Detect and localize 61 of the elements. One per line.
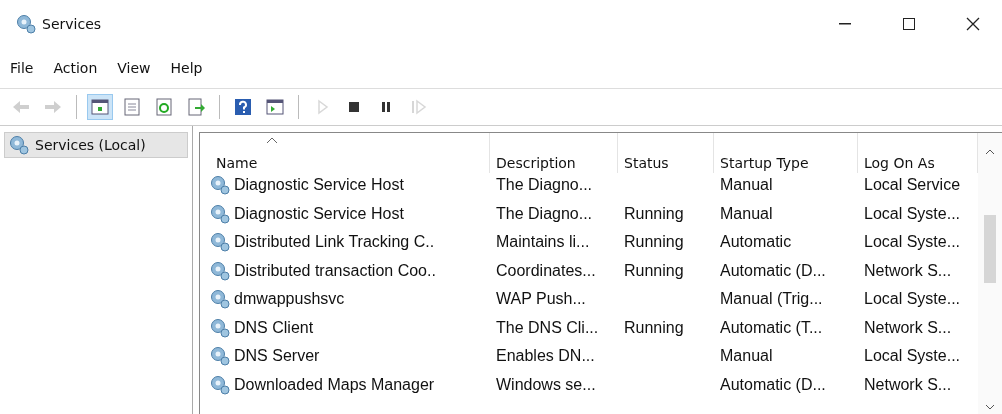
table-cell-text: Local Service bbox=[863, 175, 962, 196]
table-cell-text: Network S... bbox=[863, 374, 953, 395]
scrollbar[interactable] bbox=[978, 133, 1002, 414]
table-cell-text: Windows se... bbox=[495, 374, 597, 395]
scroll-up-icon[interactable] bbox=[985, 149, 995, 155]
table-cell-text: Manual bbox=[719, 203, 774, 224]
service-name[interactable]: DNS Server bbox=[234, 347, 320, 366]
service-name[interactable]: Distributed Link Tracking C.. bbox=[234, 233, 435, 252]
table-cell-text: Automatic (D... bbox=[719, 260, 827, 281]
gear-icon bbox=[16, 14, 36, 34]
service-name[interactable]: Diagnostic Service Host bbox=[234, 204, 404, 223]
gear-icon bbox=[210, 232, 230, 253]
table-cell-text: Manual (Trig... bbox=[719, 289, 824, 310]
table-cell-text: Enables DN... bbox=[495, 346, 596, 367]
table-cell-text: WAP Push... bbox=[495, 289, 587, 310]
table-cell-text: Maintains li... bbox=[495, 232, 591, 253]
table-cell-text: Automatic (T... bbox=[719, 317, 824, 338]
table-cell-text: Local Syste... bbox=[863, 289, 962, 310]
service-name[interactable]: Diagnostic Service Host bbox=[234, 176, 404, 195]
column-header[interactable]: Startup Type bbox=[714, 133, 858, 173]
console-tree-icon[interactable] bbox=[87, 94, 113, 120]
table-cell-text: Local Syste... bbox=[863, 232, 962, 253]
table-cell-text: Local Syste... bbox=[863, 203, 962, 224]
menu-item[interactable]: Action bbox=[53, 60, 98, 76]
table-cell-text: Network S... bbox=[863, 317, 953, 338]
service-name[interactable]: dmwappushsvc bbox=[234, 290, 345, 309]
table-cell-text: The DNS Cli... bbox=[495, 317, 600, 338]
table-cell-text: Automatic (D... bbox=[719, 374, 827, 395]
gear-icon bbox=[210, 317, 230, 338]
table-cell-text: Local Syste... bbox=[863, 346, 962, 367]
table-cell-text: Automatic bbox=[719, 232, 793, 253]
service-name[interactable]: DNS Client bbox=[234, 318, 314, 337]
column-header[interactable]: Name bbox=[210, 133, 490, 173]
table-cell-text: Manual bbox=[719, 175, 774, 196]
table-cell-text: Coordinates... bbox=[495, 260, 597, 281]
menu-item[interactable]: Help bbox=[170, 60, 203, 76]
table-cell-text: Manual bbox=[719, 346, 774, 367]
tree-item[interactable]: Services (Local) bbox=[4, 132, 188, 158]
table-cell-text: Network S... bbox=[863, 260, 953, 281]
menu-item[interactable]: File bbox=[10, 60, 34, 76]
table-cell-text: The Diagno... bbox=[495, 175, 594, 196]
service-name[interactable]: Downloaded Maps Manager bbox=[234, 375, 435, 394]
scroll-thumb[interactable] bbox=[984, 215, 996, 283]
window-title: Services bbox=[42, 16, 103, 32]
table-cell-text: Running bbox=[623, 260, 685, 281]
scroll-down-icon[interactable] bbox=[985, 404, 995, 410]
column-header[interactable]: Description bbox=[490, 133, 618, 173]
table-cell-text: Running bbox=[623, 203, 685, 224]
gear-icon bbox=[210, 260, 230, 281]
service-name[interactable]: Distributed transaction Coo.. bbox=[234, 261, 436, 280]
table-cell-text: Running bbox=[623, 317, 685, 338]
menu-item[interactable]: View bbox=[117, 60, 151, 76]
table-cell-text: Running bbox=[623, 232, 685, 253]
gear-icon bbox=[210, 374, 230, 395]
gear-icon bbox=[210, 289, 230, 310]
gear-icon bbox=[210, 175, 230, 196]
table-cell-text: The Diagno... bbox=[495, 203, 594, 224]
column-header[interactable]: Status bbox=[618, 133, 714, 173]
gear-icon bbox=[210, 346, 230, 367]
gear-icon bbox=[210, 203, 230, 224]
gear-icon bbox=[9, 135, 29, 155]
